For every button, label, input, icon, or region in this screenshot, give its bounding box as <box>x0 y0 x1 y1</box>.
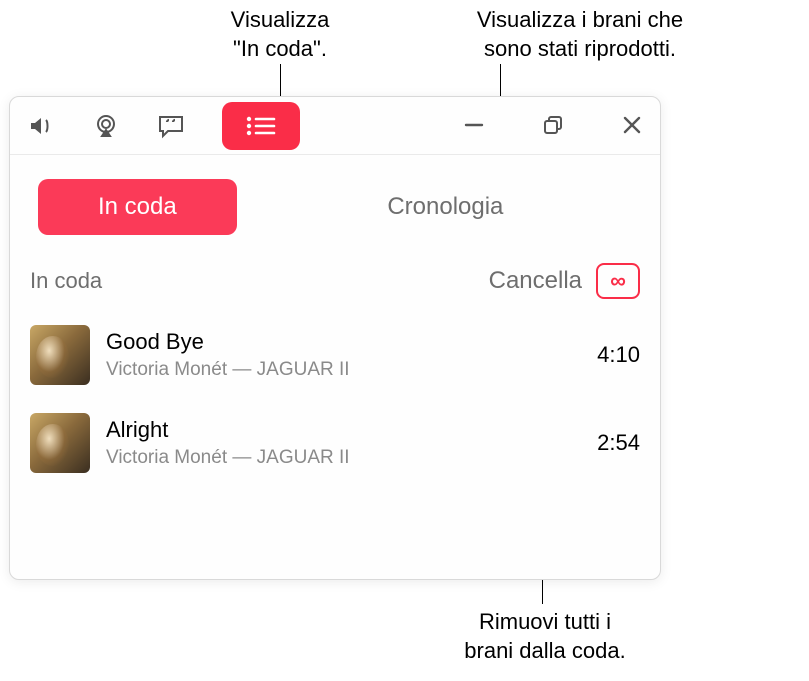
queue-button[interactable] <box>222 102 300 150</box>
callout-clear: Rimuovi tutti ibrani dalla coda. <box>430 608 660 665</box>
track-meta: Victoria Monét — JAGUAR II <box>106 359 581 381</box>
callout-queue: Visualizza"In coda". <box>170 6 390 63</box>
track-info: Good Bye Victoria Monét — JAGUAR II <box>106 329 581 381</box>
airplay-icon[interactable] <box>92 114 120 138</box>
lyrics-icon[interactable] <box>156 113 186 139</box>
maximize-icon[interactable] <box>542 115 564 137</box>
track-duration: 4:10 <box>597 342 640 368</box>
segmented-control: In coda Cronologia <box>10 155 660 235</box>
track-row[interactable]: Good Bye Victoria Monét — JAGUAR II 4:10 <box>30 311 640 399</box>
track-title: Alright <box>106 417 581 443</box>
album-artwork <box>30 413 90 473</box>
track-meta: Victoria Monét — JAGUAR II <box>106 447 581 469</box>
volume-icon[interactable] <box>28 114 56 138</box>
callout-line <box>280 64 281 96</box>
track-info: Alright Victoria Monét — JAGUAR II <box>106 417 581 469</box>
track-row[interactable]: Alright Victoria Monét — JAGUAR II 2:54 <box>30 399 640 487</box>
clear-queue-button[interactable]: Cancella <box>489 267 582 295</box>
tab-in-coda[interactable]: In coda <box>38 179 237 235</box>
autoplay-button[interactable]: ∞ <box>596 263 640 299</box>
close-icon[interactable] <box>622 115 642 137</box>
queue-section-title: In coda <box>30 268 102 294</box>
track-title: Good Bye <box>106 329 581 355</box>
queue-section-header: In coda Cancella ∞ <box>10 235 660 299</box>
callout-history: Visualizza i brani chesono stati riprodo… <box>430 6 730 63</box>
album-artwork <box>30 325 90 385</box>
tab-cronologia[interactable]: Cronologia <box>259 179 632 235</box>
track-duration: 2:54 <box>597 430 640 456</box>
minimize-icon[interactable] <box>464 115 484 137</box>
titlebar <box>10 97 660 155</box>
track-list: Good Bye Victoria Monét — JAGUAR II 4:10… <box>10 299 660 487</box>
toolbar-icons <box>28 102 300 150</box>
mini-player-window: In coda Cronologia In coda Cancella ∞ Go… <box>9 96 661 580</box>
window-controls <box>464 115 642 137</box>
